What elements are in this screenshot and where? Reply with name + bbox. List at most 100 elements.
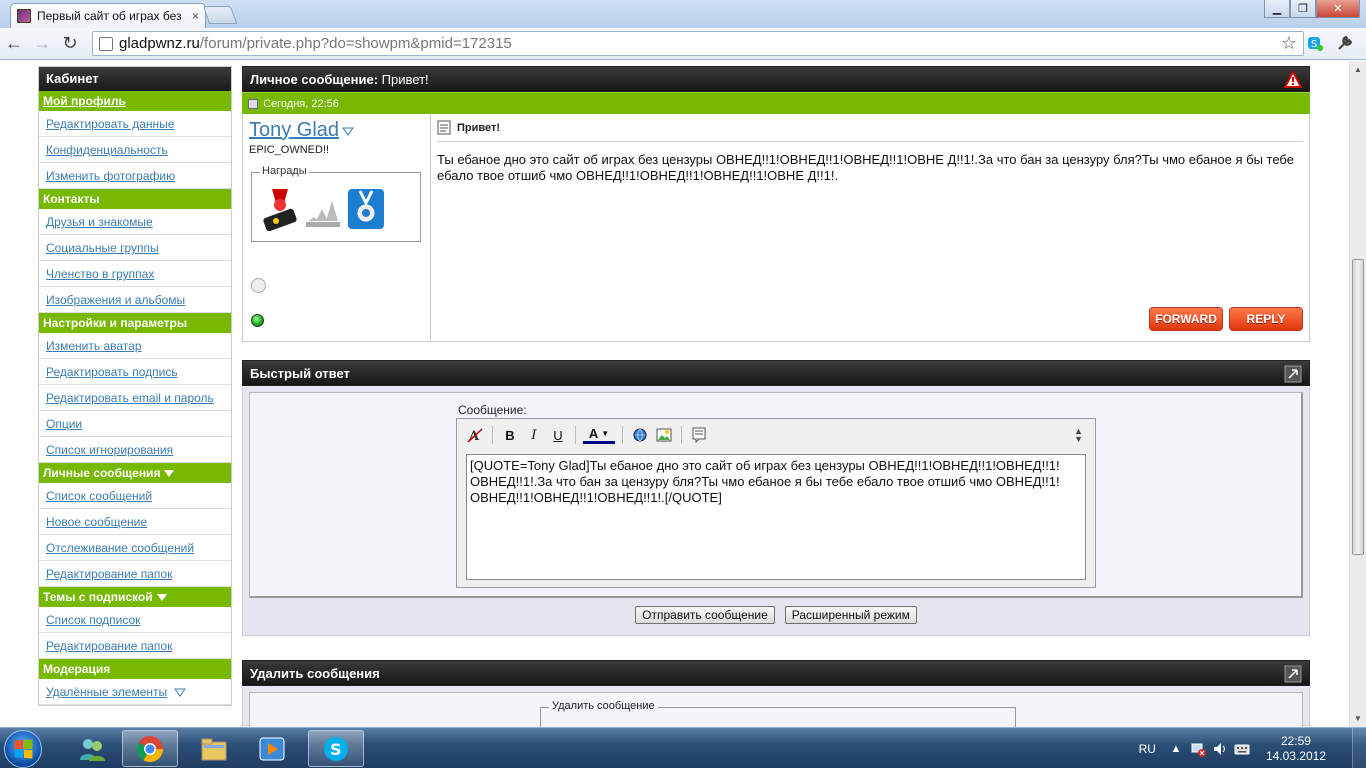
sidebar-link-edit-data[interactable]: Редактировать данные	[46, 117, 174, 131]
keyboard-icon[interactable]	[1234, 741, 1250, 757]
sidebar-link-new-message[interactable]: Новое сообщение	[46, 515, 147, 529]
sidebar-link-message-list[interactable]: Список сообщений	[46, 489, 152, 503]
sidebar-link-track-messages[interactable]: Отслеживание сообщений	[46, 541, 194, 555]
sidebar-link-deleted-items[interactable]: Удалённые элементы	[46, 685, 167, 699]
message-date-bar: Сегодня, 22:56	[242, 92, 1310, 114]
sidebar-section-contacts: Контакты	[39, 189, 231, 209]
show-desktop-button[interactable]	[1352, 728, 1366, 768]
reply-button[interactable]: REPLY	[1229, 307, 1303, 331]
award-medal-icon	[263, 189, 297, 231]
remove-format-icon[interactable]: A	[465, 425, 485, 445]
sidebar-link-options[interactable]: Опции	[46, 417, 82, 431]
network-error-icon[interactable]	[1190, 741, 1206, 757]
sidebar-link-privacy[interactable]: Конфиденциальность	[46, 143, 168, 157]
wrench-menu-icon[interactable]	[1334, 32, 1356, 54]
browser-toolbar: ← → ↻ gladpwnz.ru /forum/private.php?do=…	[0, 28, 1366, 60]
toolbar-extensions: S	[1304, 32, 1356, 54]
minimize-icon[interactable]: ▁	[1264, 0, 1290, 18]
taskbar-app-media[interactable]	[244, 730, 300, 767]
sidebar-link-friends[interactable]: Друзья и знакомые	[46, 215, 153, 229]
sidebar-item: Список игнорирования	[39, 437, 231, 463]
delete-messages-body: Удалить сообщение	[242, 686, 1310, 727]
insert-quote-icon[interactable]	[689, 425, 709, 445]
scroll-up-icon[interactable]: ▲	[1354, 65, 1362, 74]
collapse-icon[interactable]	[1284, 365, 1302, 383]
taskbar-app-chrome[interactable]	[122, 730, 178, 767]
clock[interactable]: 22:59 14.03.2012	[1266, 734, 1326, 764]
sidebar-link-change-photo[interactable]: Изменить фотографию	[46, 169, 175, 183]
chrome-icon	[136, 735, 164, 762]
quick-reply-header: Быстрый ответ	[242, 360, 1310, 386]
sidebar-link-edit-signature[interactable]: Редактировать подпись	[46, 365, 178, 379]
collapse-icon[interactable]	[1284, 665, 1302, 683]
taskbar-app-skype[interactable]: S	[308, 730, 364, 767]
font-color-button[interactable]: A ▼	[583, 426, 615, 444]
sidebar-link-edit-sub-folders[interactable]: Редактирование папок	[46, 639, 172, 653]
start-button[interactable]	[4, 730, 42, 768]
address-bar[interactable]: gladpwnz.ru /forum/private.php?do=showpm…	[92, 31, 1304, 56]
window-close-icon[interactable]: ✕	[1316, 0, 1360, 18]
sidebar-item: Изображения и альбомы	[39, 287, 231, 313]
sidebar-item: Новое сообщение	[39, 509, 231, 535]
sidebar-section-subscriptions[interactable]: Темы с подпиской	[39, 587, 231, 607]
svg-text:S: S	[330, 740, 342, 759]
editor-resize-icon[interactable]: ▲ ▼	[1074, 427, 1083, 444]
taskbar-app-people[interactable]	[64, 730, 120, 767]
sidebar-item: Удалённые элементы	[39, 679, 231, 705]
chevron-down-icon[interactable]	[174, 688, 187, 698]
extension-icon[interactable]: S	[1304, 32, 1326, 54]
windows-taskbar: S RU ▲ 22:59 14.03.2012	[0, 727, 1366, 768]
bookmark-star-icon[interactable]: ☆	[1281, 33, 1297, 54]
message-textarea[interactable]: [QUOTE=Tony Glad]Ты ебаное дно это сайт …	[466, 454, 1086, 580]
send-message-button[interactable]: Отправить сообщение	[635, 606, 775, 624]
sidebar-link-ignore-list[interactable]: Список игнорирования	[46, 443, 173, 457]
chevron-up-icon[interactable]: ▲	[1168, 741, 1184, 757]
language-indicator[interactable]: RU	[1139, 742, 1156, 756]
sidebar-link-edit-email-password[interactable]: Редактировать email и пароль	[46, 391, 214, 405]
message-label: Сообщение:	[458, 403, 527, 417]
insert-link-icon[interactable]	[630, 425, 650, 445]
url-domain: gladpwnz.ru	[119, 35, 200, 52]
report-warning-icon[interactable]	[1284, 71, 1302, 89]
delete-message-fieldset: Удалить сообщение	[540, 700, 1016, 727]
delete-messages-block: Удалить сообщения Удалить сообщение	[242, 660, 1310, 727]
username-link[interactable]: Tony Glad	[249, 119, 339, 141]
underline-button[interactable]: U	[548, 425, 568, 445]
delete-messages-panel: Удалить сообщение	[249, 692, 1303, 727]
chevron-down-icon[interactable]	[342, 127, 355, 136]
bold-button[interactable]: B	[500, 425, 520, 445]
sidebar-section-private-messages[interactable]: Личные сообщения	[39, 463, 231, 483]
message-editor: A B I U A▼	[456, 418, 1096, 588]
sidebar-link-group-membership[interactable]: Членство в группах	[46, 267, 154, 281]
scrollbar-thumb[interactable]	[1352, 259, 1364, 555]
reload-icon[interactable]: ↻	[56, 30, 84, 58]
forward-button[interactable]: FORWARD	[1149, 307, 1223, 331]
sidebar-link-change-avatar[interactable]: Изменить аватар	[46, 339, 142, 353]
tab-close-icon[interactable]: ×	[192, 9, 199, 23]
sidebar-link-edit-folders[interactable]: Редактирование папок	[46, 567, 172, 581]
user-title: EPIC_OWNED!!	[249, 144, 330, 156]
chevron-down-icon	[156, 594, 167, 602]
advanced-mode-button[interactable]: Расширенный режим	[784, 606, 917, 624]
message-title: Привет!	[457, 121, 501, 134]
scroll-down-icon[interactable]: ▼	[1354, 714, 1362, 723]
maximize-icon[interactable]: ❐	[1290, 0, 1316, 18]
volume-icon[interactable]	[1212, 741, 1228, 757]
sidebar-item: Редактировать данные	[39, 111, 231, 137]
new-tab-button[interactable]	[202, 6, 238, 24]
italic-button[interactable]: I	[524, 425, 544, 445]
document-icon	[437, 120, 451, 135]
forward-arrow-icon[interactable]: →	[28, 30, 56, 58]
site-favicon-icon	[17, 9, 31, 23]
sidebar-link-subscription-list[interactable]: Список подписок	[46, 613, 140, 627]
back-arrow-icon[interactable]: ←	[0, 30, 28, 58]
clock-time: 22:59	[1280, 733, 1311, 748]
page-scrollbar[interactable]: ▲ ▼	[1349, 61, 1366, 727]
chevron-down-icon	[164, 470, 175, 478]
taskbar-app-explorer[interactable]	[186, 730, 242, 767]
sidebar-section-profile[interactable]: Мой профиль	[39, 91, 231, 111]
sidebar-link-albums[interactable]: Изображения и альбомы	[46, 293, 185, 307]
insert-image-icon[interactable]	[654, 425, 674, 445]
browser-tab[interactable]: Первый сайт об играх без ×	[10, 3, 206, 28]
sidebar-link-social-groups[interactable]: Социальные группы	[46, 241, 159, 255]
